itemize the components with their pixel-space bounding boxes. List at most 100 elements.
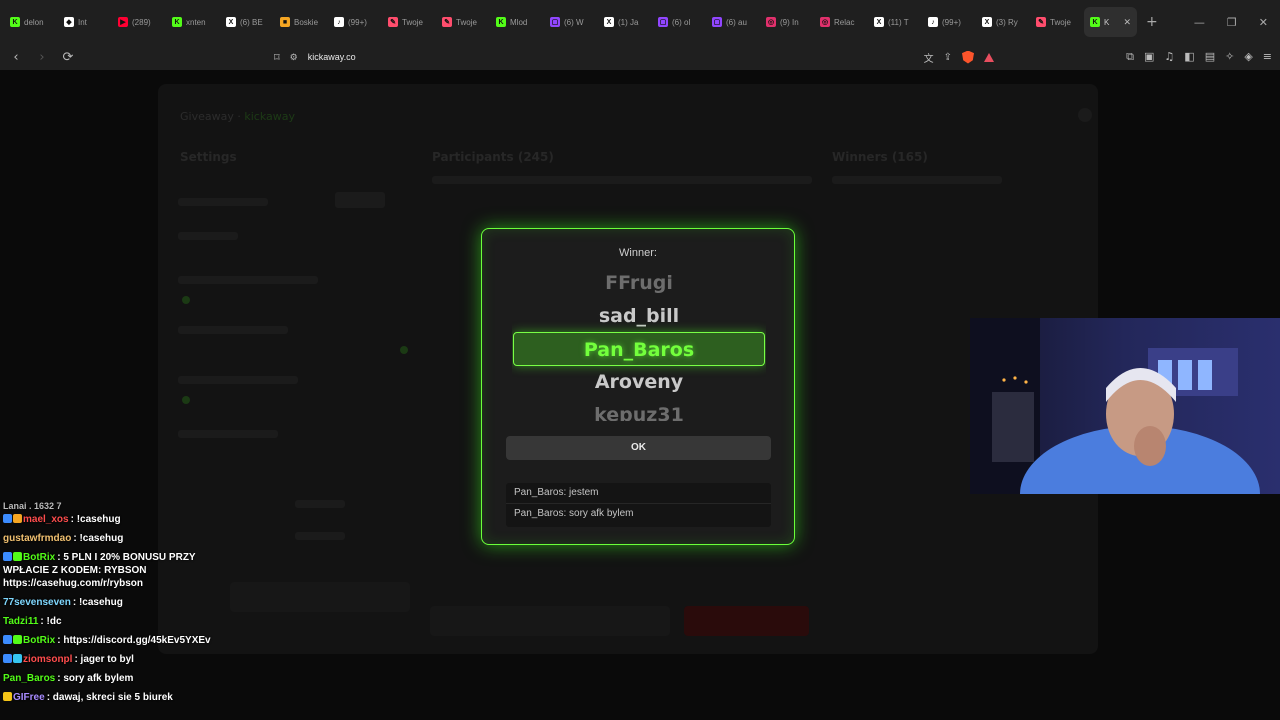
site-settings-icon[interactable]: ⚙ — [290, 52, 298, 63]
chat-text: : https://discord.gg/45kEv5YXEv — [57, 635, 211, 646]
browser-tab[interactable]: X (1) Ja — [598, 7, 651, 37]
browser-tab[interactable]: X (11) T — [868, 7, 921, 37]
close-window-icon[interactable]: ✕ — [1259, 16, 1268, 29]
sidebar-icon[interactable]: ◧ — [1184, 50, 1194, 64]
tab-label: Relac — [834, 17, 855, 27]
toggle-dot — [400, 346, 408, 354]
browser-tab[interactable]: K Mlod — [490, 7, 543, 37]
bookmark-icon[interactable]: ⌑ — [274, 51, 280, 64]
new-tab-button[interactable]: + — [1146, 14, 1160, 30]
chat-text: : !casehug — [72, 597, 123, 608]
browser-tab[interactable]: X (3) Ry — [976, 7, 1029, 37]
extensions-icon[interactable]: ⧉ — [1126, 50, 1134, 64]
share-icon[interactable]: ⇪ — [944, 52, 952, 63]
winner-name: Pan_Baros — [513, 332, 765, 366]
browser-tab[interactable]: ♪ (99+) — [328, 7, 381, 37]
browser-tab[interactable]: ✎ Twoje — [436, 7, 489, 37]
setting-row — [178, 198, 268, 206]
tab-bar: Kdelon ◆ Int ▶ (289) Kxnten X (6) BE ■ Boskie ♪ (99… — [0, 0, 1280, 44]
setting-row — [178, 326, 288, 334]
roll-name: kepuz31 — [594, 404, 684, 421]
twitch-icon: ▢ — [712, 17, 722, 27]
chat-badge-icon — [13, 552, 22, 561]
tab-label: (11) T — [888, 17, 909, 27]
ok-button[interactable]: OK — [506, 436, 771, 460]
kick-icon: K — [496, 17, 506, 27]
browser-tab[interactable]: Kdelon — [4, 7, 57, 37]
winner-label: Winner: — [619, 247, 657, 259]
reload-icon[interactable]: ⟳ — [60, 49, 76, 65]
chat-username: BotRix — [23, 635, 56, 646]
chat-message: mael_xos: !casehug — [0, 510, 240, 529]
tab-label: (99+) — [942, 17, 961, 27]
forward-icon[interactable]: › — [34, 49, 50, 65]
browser-tab[interactable]: X (6) BE — [220, 7, 273, 37]
tab-label: (6) ol — [672, 17, 691, 27]
background-red-button — [684, 606, 809, 636]
winner-chat-message: Pan_Baros: sory afk bylem — [506, 503, 771, 523]
tiktok-icon: ♪ — [334, 17, 344, 27]
window-controls: — ❐ ✕ — [1194, 16, 1276, 29]
back-icon[interactable]: ‹ — [8, 49, 24, 65]
kick-icon: K — [172, 17, 182, 27]
browser-tab[interactable]: ■ Boskie — [274, 7, 327, 37]
browser-tab[interactable]: ◎ (9) In — [760, 7, 813, 37]
roll-name: sad_bill — [598, 305, 680, 327]
browser-tab[interactable]: ▢ (6) W — [544, 7, 597, 37]
setting-row — [178, 430, 278, 438]
browser-tab[interactable]: ◎ Relac — [814, 7, 867, 37]
chat-message: gustawfrmdao: !casehug — [0, 529, 240, 548]
chat-message: Pan_Baros: sory afk bylem — [0, 669, 240, 688]
menu-icon[interactable]: ≡ — [1263, 50, 1272, 64]
chat-message-cut: Lanai . 1632 7 — [3, 502, 62, 510]
kickaway-icon: K — [1090, 17, 1100, 27]
x-icon: X — [982, 17, 992, 27]
toolbar-icons: ⧉ ▣ ♫ ◧ ▤ ✧ ◈ ≡ — [1126, 50, 1272, 64]
chat-username: Pan_Baros — [3, 673, 56, 684]
browser-tab[interactable]: ◆ Int — [58, 7, 111, 37]
minimize-icon[interactable]: — — [1194, 16, 1205, 29]
tab-label: (99+) — [348, 17, 367, 27]
x-icon: X — [874, 17, 884, 27]
browser-tab[interactable]: Kxnten — [166, 7, 219, 37]
brave-rewards-icon[interactable] — [984, 52, 994, 62]
browser-tab[interactable]: ▶ (289) — [112, 7, 165, 37]
browser-tab[interactable]: ♪ (99+) — [922, 7, 975, 37]
browser-tab[interactable]: ✎ Twoje — [382, 7, 435, 37]
browser-tab[interactable]: ▢ (6) ol — [652, 7, 705, 37]
chat-badge-icon — [3, 552, 12, 561]
twitch-icon: ▢ — [550, 17, 560, 27]
settings-heading: Settings — [180, 150, 237, 164]
media-icon[interactable]: ♫ — [1164, 50, 1174, 64]
browser-tab[interactable]: K K ✕ — [1084, 7, 1137, 37]
panel-close-icon[interactable] — [1078, 108, 1092, 122]
winners-heading: Winners (165) — [832, 150, 928, 164]
tab-label: Twoje — [456, 17, 477, 27]
address-bar[interactable]: ⌑ ⚙ kickaway.co 文 ⇪ — [274, 46, 994, 68]
translate-icon[interactable]: 文 — [924, 50, 934, 65]
restore-icon[interactable]: ❐ — [1227, 16, 1237, 29]
bookmark-icon: ■ — [280, 17, 290, 27]
brave-shields-icon[interactable] — [962, 50, 974, 64]
chat-text: : sory afk bylem — [57, 673, 134, 684]
wallet-icon[interactable]: ▤ — [1205, 50, 1215, 64]
chat-username: BotRix — [23, 552, 56, 563]
stream-chat-overlay: Lanai . 1632 7 mael_xos: !casehug gustawf… — [0, 502, 240, 707]
vpn-icon[interactable]: ◈ — [1244, 50, 1252, 64]
setting-row — [295, 532, 345, 540]
tab-label: Int — [78, 17, 87, 27]
tool-icon: ✎ — [388, 17, 398, 27]
leo-ai-icon[interactable]: ✧ — [1225, 50, 1234, 64]
tab-close-icon[interactable]: ✕ — [1123, 17, 1131, 28]
url-text[interactable]: kickaway.co — [308, 52, 356, 62]
chat-username: mael_xos — [23, 514, 69, 525]
tab-label: Mlod — [510, 17, 528, 27]
navigation-bar: ‹ › ⟳ ⌑ ⚙ kickaway.co 文 ⇪ ⧉ ▣ ♫ ◧ ▤ ✧ ◈ … — [0, 44, 1280, 70]
tab-manager-icon[interactable]: ▣ — [1144, 50, 1154, 64]
chat-text: : !dc — [40, 616, 62, 627]
streamer-webcam — [970, 318, 1280, 494]
browser-tab[interactable]: ✎ Twoje — [1030, 7, 1083, 37]
browser-tab[interactable]: ▢ (6) au — [706, 7, 759, 37]
chat-username: GIFree — [13, 692, 45, 703]
chat-text: : jager to byl — [74, 654, 134, 665]
